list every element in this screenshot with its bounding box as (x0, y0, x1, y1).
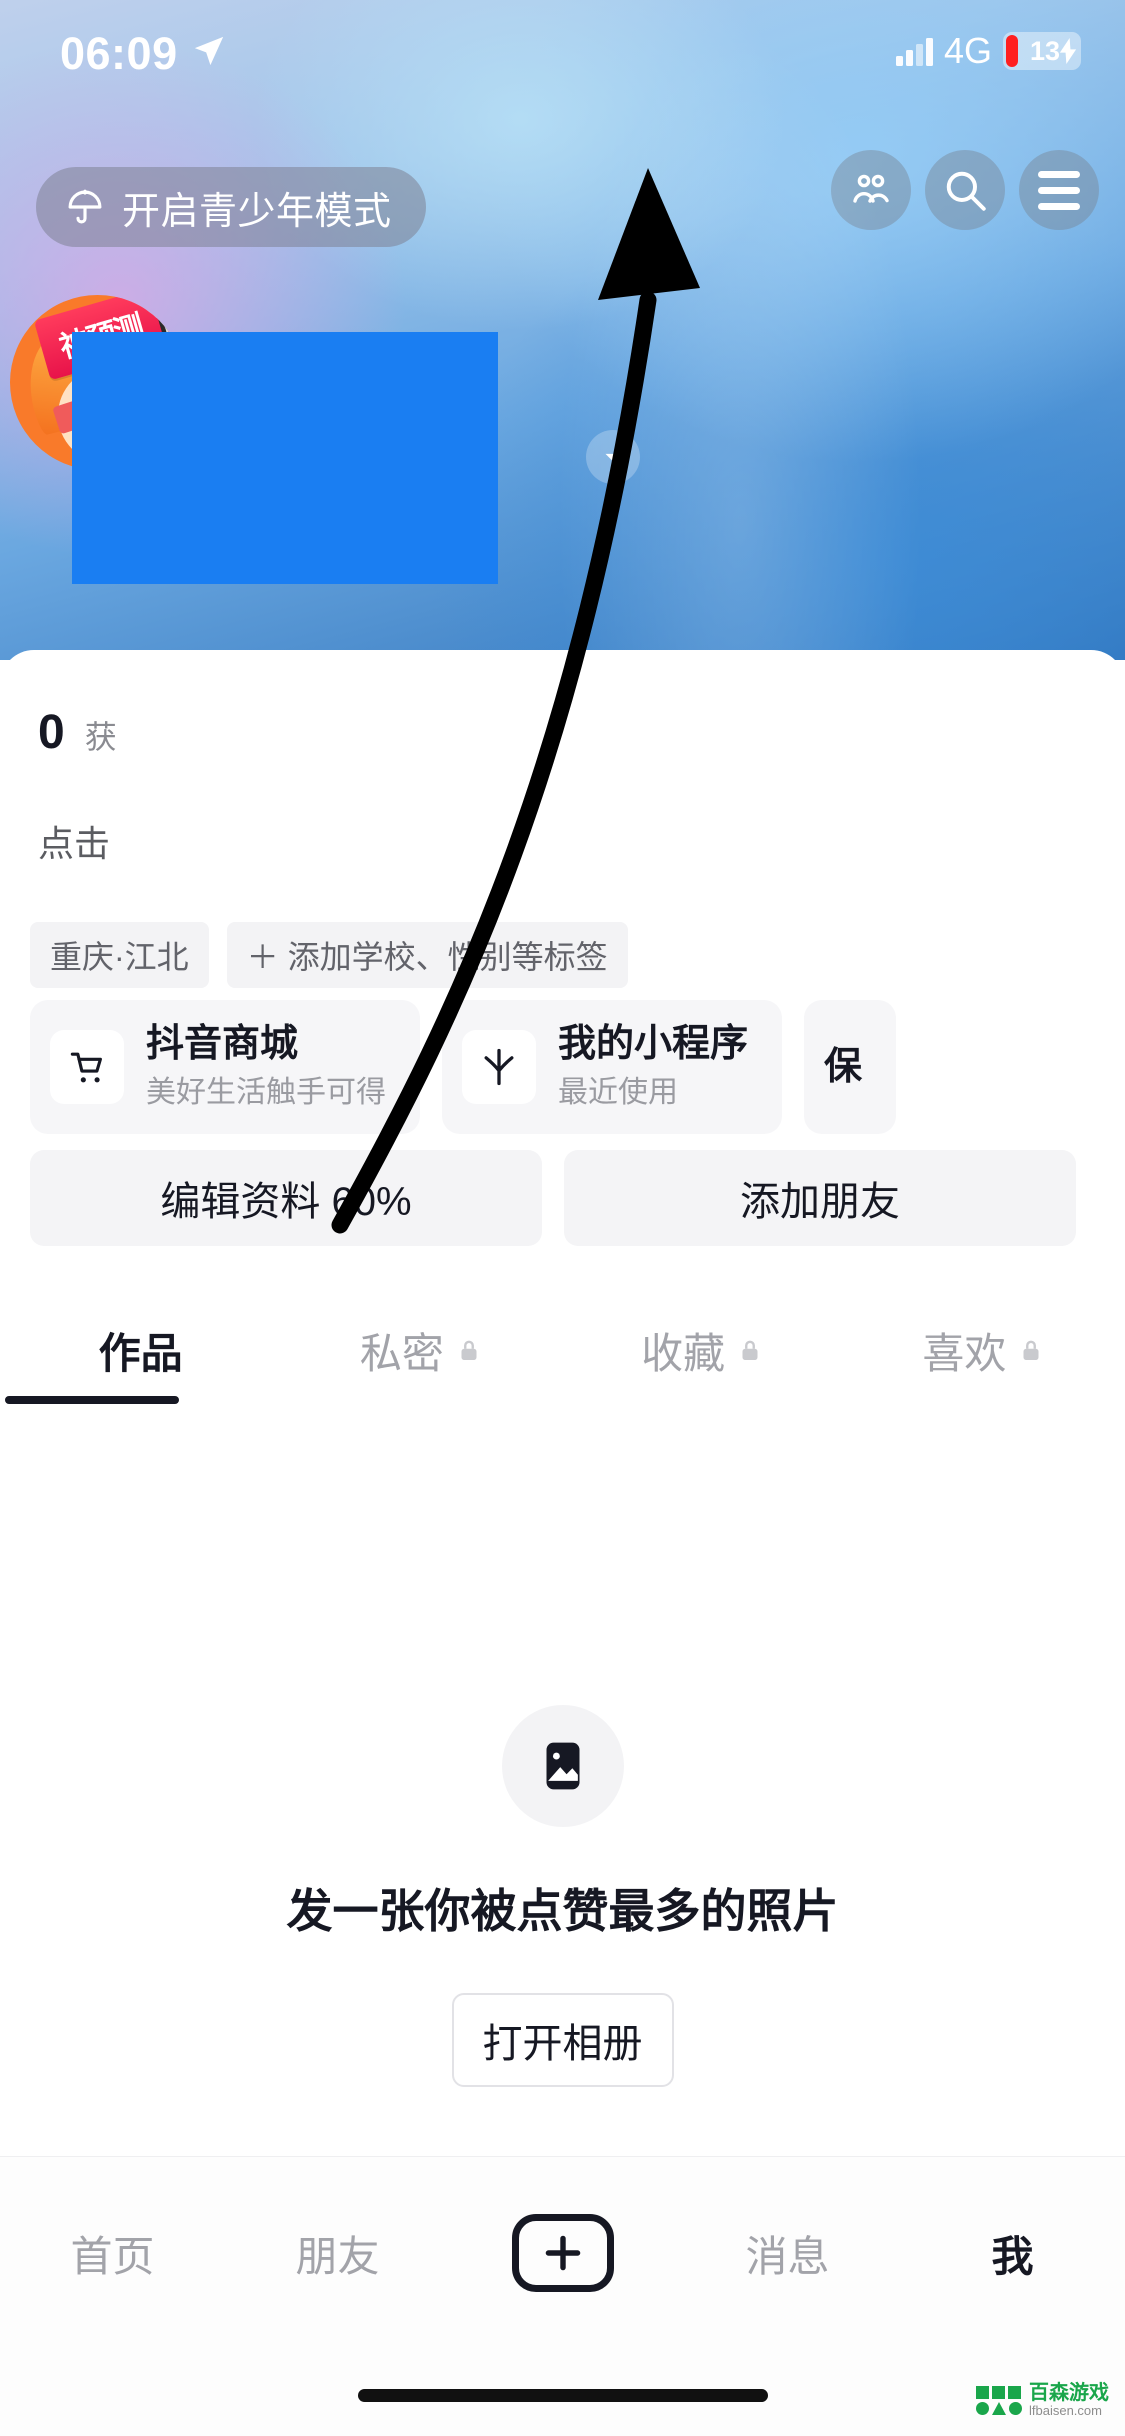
tab-likes-label: 喜欢 (922, 1320, 1006, 1381)
card-title: 保 (824, 1045, 862, 1090)
phone-screen: 06:09 4G 13 开启青少年模 (0, 0, 1125, 2436)
watermark: 百森游戏 lfbaisen.com (976, 2383, 1109, 2418)
people-icon (847, 166, 895, 214)
header-nav-icons (831, 150, 1099, 230)
tab-favorites-label: 收藏 (641, 1320, 725, 1381)
nav-home[interactable]: 首页 (0, 2223, 225, 2284)
tag-add-info-label: 添加学校、性别等标签 (288, 939, 608, 975)
tab-private-label: 私密 (360, 1320, 444, 1381)
lock-icon (1016, 1335, 1046, 1365)
hamburger-menu-icon (1038, 171, 1080, 210)
tab-private[interactable]: 私密 (281, 1320, 562, 1381)
nav-create-button[interactable] (450, 2214, 675, 2292)
lock-icon (454, 1335, 484, 1365)
tab-works-label: 作品 (99, 1320, 183, 1381)
plus-icon: ＋ (247, 939, 279, 975)
tab-works[interactable]: 作品 (0, 1320, 281, 1381)
profile-bio[interactable]: 点击 (38, 815, 110, 867)
umbrella-icon (64, 186, 106, 228)
lightning-bolt-icon (1059, 38, 1077, 64)
card-title: 抖音商城 (146, 1022, 386, 1067)
card-title: 我的小程序 (558, 1022, 748, 1067)
stat-count: 0 (38, 705, 65, 760)
card-subtitle: 美好生活触手可得 (146, 1073, 386, 1112)
teen-mode-button[interactable]: 开启青少年模式 (36, 167, 426, 247)
profile-content-sheet: 0 获 点击 重庆·江北 ＋ 添加学校、性别等标签 (0, 650, 1125, 2156)
location-arrow-icon (192, 34, 226, 68)
service-cards: 抖音商城 美好生活触手可得 我的小程序 最近使用 保 (30, 1000, 1125, 1134)
empty-state-message: 发一张你被点赞最多的照片 (0, 1875, 1125, 1941)
card-partial[interactable]: 保 (804, 1000, 896, 1134)
profile-stats[interactable]: 0 获 (38, 705, 117, 760)
plus-icon (512, 2214, 614, 2292)
card-subtitle: 最近使用 (558, 1073, 748, 1112)
username-dropdown-button[interactable] (586, 430, 640, 484)
teen-mode-label: 开启青少年模式 (122, 180, 392, 235)
profile-tags: 重庆·江北 ＋ 添加学校、性别等标签 (30, 922, 628, 988)
watermark-logo (976, 2386, 1022, 2415)
active-tab-underline (5, 1396, 179, 1404)
tab-favorites[interactable]: 收藏 (563, 1320, 844, 1381)
chevron-down-icon (598, 442, 628, 472)
watermark-title: 百森游戏 (1029, 2383, 1109, 2404)
nav-messages[interactable]: 消息 (675, 2223, 900, 2284)
bottom-navigation-bar: 首页 朋友 消息 我 (0, 2156, 1125, 2436)
mini-program-icon (462, 1030, 536, 1104)
edit-profile-button[interactable]: 编辑资料 60% (30, 1150, 542, 1246)
content-tabs: 作品 私密 收藏 喜欢 (0, 1290, 1125, 1410)
stat-label: 获 (85, 712, 117, 758)
nav-me[interactable]: 我 (900, 2223, 1125, 2284)
home-indicator[interactable] (358, 2389, 768, 2402)
cellular-signal-icon (896, 36, 933, 66)
watermark-url: lfbaisen.com (1029, 2404, 1109, 2418)
shopping-cart-icon (50, 1030, 124, 1104)
tag-add-info[interactable]: ＋ 添加学校、性别等标签 (227, 922, 628, 988)
status-bar: 06:09 4G 13 (0, 0, 1125, 110)
open-album-button[interactable]: 打开相册 (452, 1993, 674, 2087)
status-bar-indicators: 4G 13 (896, 30, 1081, 72)
card-douyin-mall[interactable]: 抖音商城 美好生活触手可得 (30, 1000, 420, 1134)
profile-actions: 编辑资料 60% 添加朋友 (30, 1150, 1076, 1246)
friends-button[interactable] (831, 150, 911, 230)
search-button[interactable] (925, 150, 1005, 230)
tag-location[interactable]: 重庆·江北 (30, 922, 209, 988)
status-bar-time: 06:09 (60, 28, 178, 80)
image-placeholder-icon (502, 1705, 624, 1827)
network-type-label: 4G (944, 30, 992, 72)
add-friend-button[interactable]: 添加朋友 (564, 1150, 1076, 1246)
redaction-box (72, 332, 498, 584)
empty-state: 发一张你被点赞最多的照片 打开相册 (0, 1705, 1125, 2087)
battery-indicator: 13 (1003, 32, 1081, 70)
bottom-nav-items: 首页 朋友 消息 我 (0, 2193, 1125, 2313)
card-mini-programs[interactable]: 我的小程序 最近使用 (442, 1000, 782, 1134)
tab-likes[interactable]: 喜欢 (844, 1320, 1125, 1381)
search-icon (940, 165, 990, 215)
menu-button[interactable] (1019, 150, 1099, 230)
nav-friends[interactable]: 朋友 (225, 2223, 450, 2284)
lock-icon (735, 1335, 765, 1365)
